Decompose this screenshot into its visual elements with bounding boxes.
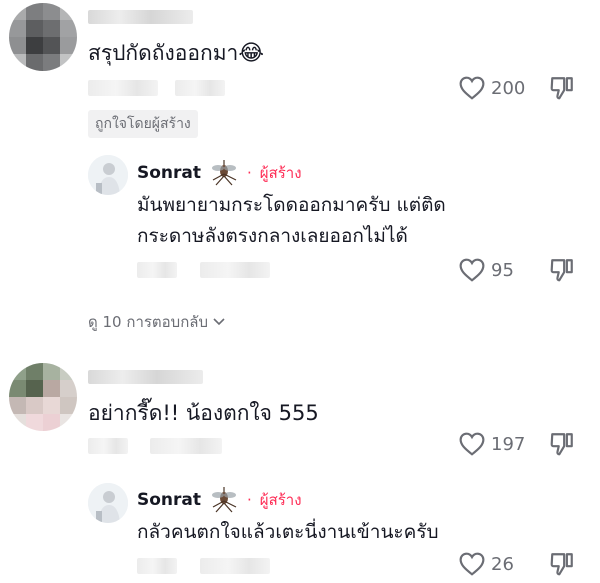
thumbs-down-icon bbox=[550, 433, 573, 456]
liked-by-creator-badge: ถูกใจโดยผู้สร้าง bbox=[88, 110, 198, 138]
like-count: 200 bbox=[491, 77, 526, 99]
like-count: 95 bbox=[491, 259, 514, 281]
laughing-emoji-icon: 😂 bbox=[238, 41, 265, 66]
thumbs-down-icon bbox=[550, 553, 573, 576]
reply-text: มันพยายามกระโดดออกมาครับ แต่ติด กระดาษลั… bbox=[137, 194, 446, 247]
like-count: 26 bbox=[491, 553, 514, 575]
creator-username[interactable]: Sonrat bbox=[137, 490, 201, 510]
reply-text: กลัวคนตกใจแล้วเตะนี่งานเข้านะครับ bbox=[137, 521, 439, 543]
creator-avatar[interactable] bbox=[88, 483, 128, 523]
creator-avatar[interactable] bbox=[88, 155, 128, 195]
commenter-avatar[interactable] bbox=[9, 3, 77, 71]
dislike-button[interactable] bbox=[549, 551, 575, 581]
creator-label: ผู้สร้าง bbox=[259, 491, 302, 509]
reply-header: Sonrat · ผู้สร้าง bbox=[137, 487, 302, 513]
commenter-username[interactable] bbox=[88, 10, 193, 24]
comment-timestamp bbox=[88, 438, 128, 454]
reply-reply-button[interactable] bbox=[200, 262, 270, 278]
creator-username[interactable]: Sonrat bbox=[137, 163, 201, 183]
heart-outline-icon bbox=[459, 258, 485, 282]
comment-text: สรุปกัดถังออกมา😂 bbox=[88, 41, 265, 66]
reply-button[interactable] bbox=[175, 80, 225, 96]
creator-label: ผู้สร้าง bbox=[259, 164, 302, 182]
comment-timestamp bbox=[88, 80, 158, 96]
like-count: 197 bbox=[491, 433, 526, 455]
dislike-button[interactable] bbox=[549, 75, 575, 105]
dislike-button[interactable] bbox=[549, 257, 575, 287]
heart-outline-icon bbox=[459, 432, 485, 456]
mosquito-icon bbox=[212, 160, 237, 186]
mosquito-icon bbox=[212, 487, 237, 513]
reply-header: Sonrat · ผู้สร้าง bbox=[137, 160, 302, 186]
chevron-down-icon bbox=[213, 318, 225, 326]
thumbs-down-icon bbox=[550, 259, 573, 282]
heart-outline-icon bbox=[459, 552, 485, 576]
reply-timestamp bbox=[137, 262, 177, 278]
like-button[interactable]: 197 bbox=[459, 432, 525, 456]
view-replies-button[interactable]: ดู 10 การตอบกลับ bbox=[88, 310, 226, 334]
heart-outline-icon bbox=[459, 76, 485, 100]
reply-reply-button[interactable] bbox=[200, 558, 270, 574]
like-button[interactable]: 95 bbox=[459, 258, 514, 282]
comment-text: อย่ากรี๊ด!! น้องตกใจ 555 bbox=[88, 401, 319, 425]
commenter-avatar[interactable] bbox=[9, 363, 77, 431]
reply-timestamp bbox=[137, 558, 177, 574]
commenter-username[interactable] bbox=[88, 370, 203, 384]
like-button[interactable]: 26 bbox=[459, 552, 514, 576]
reply-button[interactable] bbox=[150, 438, 222, 454]
thumbs-down-icon bbox=[550, 77, 573, 100]
dislike-button[interactable] bbox=[549, 431, 575, 461]
like-button[interactable]: 200 bbox=[459, 76, 525, 100]
